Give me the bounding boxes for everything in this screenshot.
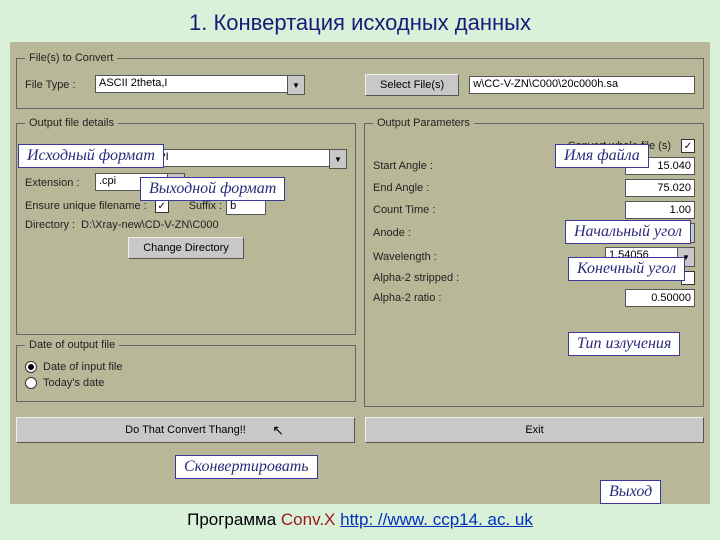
footer-program-name: Conv.X xyxy=(281,510,336,529)
extension-label: Extension : xyxy=(25,177,95,189)
exit-button[interactable]: Exit xyxy=(365,417,704,443)
alpha2-ratio-input[interactable] xyxy=(625,289,695,307)
annot-end-angle: Конечный угол xyxy=(568,257,685,281)
date-input-file-radio[interactable] xyxy=(25,361,37,373)
file-type-label: File Type : xyxy=(25,79,95,91)
output-details-legend: Output file details xyxy=(25,117,118,129)
main-panel: File(s) to Convert File Type : ASCII 2th… xyxy=(10,42,710,504)
count-time-input[interactable] xyxy=(625,201,695,219)
date-of-output-group: Date of output file Date of input file T… xyxy=(16,339,356,402)
annot-source-format: Исходный формат xyxy=(18,144,164,168)
footer-text: Программа xyxy=(187,510,281,529)
chevron-down-icon[interactable]: ▼ xyxy=(287,75,305,95)
files-group-legend: File(s) to Convert xyxy=(25,52,117,64)
files-to-convert-group: File(s) to Convert File Type : ASCII 2th… xyxy=(16,52,704,109)
convert-button-label: Do That Convert Thang!! xyxy=(125,424,246,436)
annot-output-format: Выходной формат xyxy=(140,177,285,201)
cursor-icon: ↖ xyxy=(272,422,284,439)
directory-label: Directory : xyxy=(25,219,75,231)
file-type-value: ASCII 2theta,I xyxy=(95,75,287,93)
ensure-unique-checkbox[interactable]: ✓ xyxy=(155,199,169,213)
end-angle-label: End Angle : xyxy=(373,182,625,194)
count-time-label: Count Time : xyxy=(373,204,625,216)
annot-radiation-type: Тип излучения xyxy=(568,332,680,356)
convert-whole-checkbox[interactable]: ✓ xyxy=(681,139,695,153)
annot-exit: Выход xyxy=(600,480,661,504)
page-title: 1. Конвертация исходных данных xyxy=(0,0,720,42)
end-angle-input[interactable] xyxy=(625,179,695,197)
annot-start-angle: Начальный угол xyxy=(565,220,691,244)
file-type-combo[interactable]: ASCII 2theta,I ▼ xyxy=(95,75,305,95)
footer-link[interactable]: http: //www. ccp14. ac. uk xyxy=(340,510,533,529)
date-today-radio[interactable] xyxy=(25,377,37,389)
directory-value: D:\Xray-new\CD-V-ZN\C000 xyxy=(81,219,219,231)
date-input-file-label: Date of input file xyxy=(43,361,123,373)
output-params-legend: Output Parameters xyxy=(373,117,474,129)
ensure-unique-label: Ensure unique filename : xyxy=(25,200,147,212)
annot-convert: Сконвертировать xyxy=(175,455,318,479)
chevron-down-icon[interactable]: ▼ xyxy=(329,149,347,169)
file-path-value: w\CC-V-ZN\C000\20c000h.sa xyxy=(469,76,695,94)
alpha2-ratio-label: Alpha-2 ratio : xyxy=(373,292,625,304)
annot-filename: Имя файла xyxy=(555,144,649,168)
date-today-label: Today's date xyxy=(43,377,104,389)
select-files-button[interactable]: Select File(s) xyxy=(365,74,459,96)
convert-button[interactable]: Do That Convert Thang!! ↖ xyxy=(16,417,355,443)
footer: Программа Conv.X http: //www. ccp14. ac.… xyxy=(0,504,720,530)
date-group-legend: Date of output file xyxy=(25,339,119,351)
change-directory-button[interactable]: Change Directory xyxy=(128,237,244,259)
suffix-label: Suffix : xyxy=(189,200,222,212)
